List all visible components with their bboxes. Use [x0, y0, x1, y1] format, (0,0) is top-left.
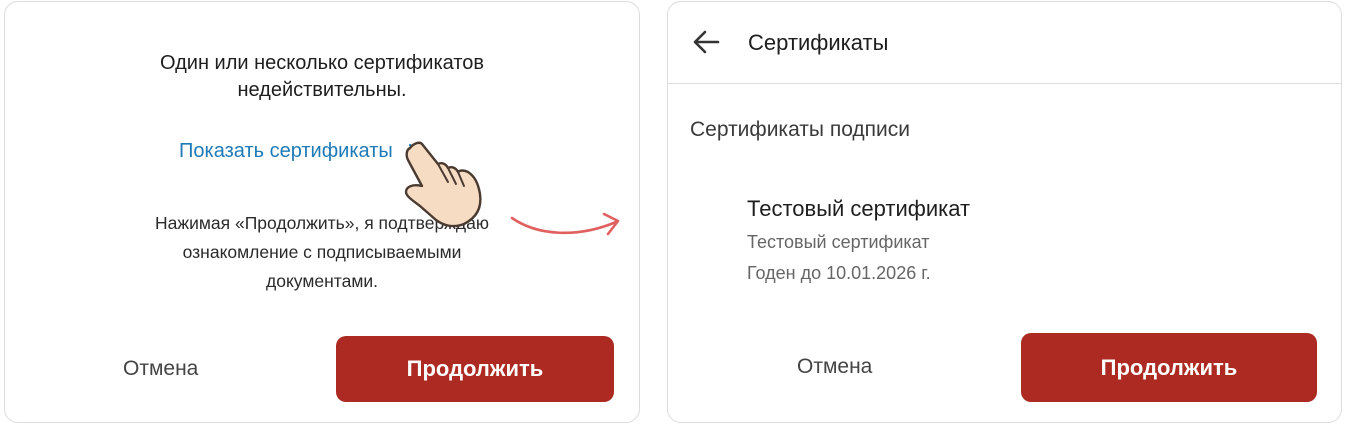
warning-line-1: Один или несколько сертификатов [159, 52, 485, 74]
cancel-button[interactable]: Отмена [123, 357, 198, 381]
certificate-subtitle: Тестовый сертификат [747, 232, 930, 252]
hand-pointer-icon [404, 141, 482, 228]
show-certificates-link[interactable]: Показать сертификаты [179, 140, 421, 163]
back-arrow-icon[interactable] [692, 29, 720, 55]
warning-message: Один или несколько сертификатов недейств… [5, 50, 639, 104]
certificate-name: Тестовый сертификат [747, 196, 971, 221]
consent-line-3: документами. [266, 271, 378, 291]
page-title: Сертификаты [748, 30, 889, 55]
app-header: Сертификаты [668, 2, 1341, 84]
show-certificates-label: Показать сертификаты [179, 140, 393, 162]
continue-button[interactable]: Продолжить [336, 336, 614, 402]
certificates-screen: Сертификаты Сертификаты подписи Тестовый… [667, 1, 1342, 423]
warning-line-2: недействительны. [237, 79, 407, 101]
certificate-validity: Годен до 10.01.2026 г. [747, 263, 931, 283]
continue-button[interactable]: Продолжить [1021, 333, 1317, 402]
consent-line-2: ознакомление с подписываемыми [182, 242, 462, 262]
cancel-button[interactable]: Отмена [797, 355, 872, 379]
curved-arrow-icon [510, 212, 620, 236]
section-title: Сертификаты подписи [690, 118, 911, 141]
